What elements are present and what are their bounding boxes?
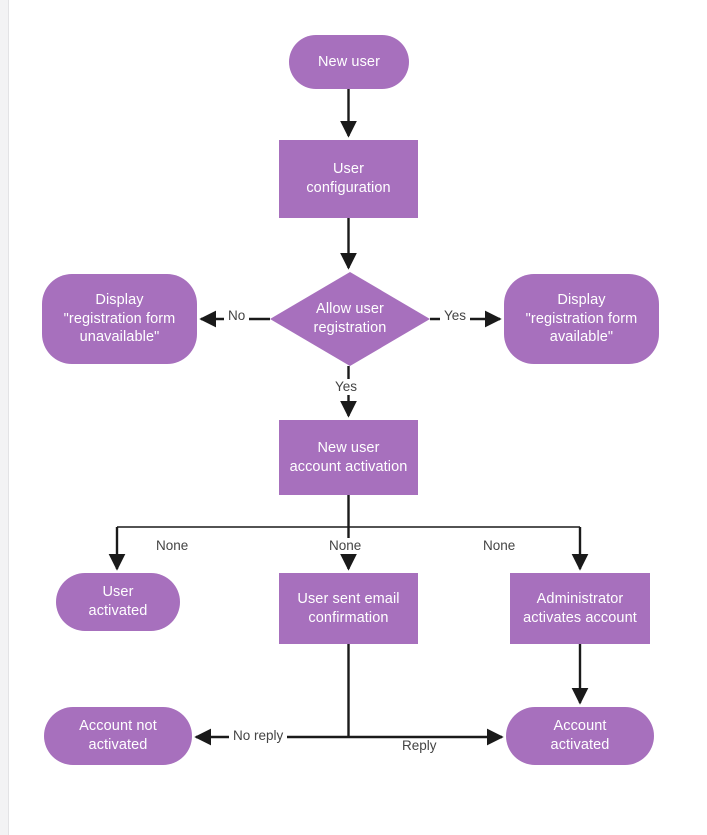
edge-label-yes-right: Yes bbox=[440, 308, 471, 324]
node-administrator-activates-account[interactable]: Administrator activates account bbox=[510, 573, 650, 644]
node-display-form-unavailable-label: Display "registration form unavailable" bbox=[63, 292, 176, 346]
edge-label-none-right-text: None bbox=[483, 538, 516, 553]
node-display-form-available-label: Display "registration form available" bbox=[525, 292, 638, 346]
node-allow-user-registration-label: Allow user registration bbox=[313, 301, 387, 336]
flowchart-canvas: New user User configuration Allow user r… bbox=[0, 0, 707, 835]
edge-label-none-left-text: None bbox=[156, 538, 189, 553]
edge-label-reply: Reply bbox=[398, 738, 441, 754]
node-user-configuration-label: User configuration bbox=[306, 161, 391, 196]
node-allow-user-registration-label-wrap: Allow user registration bbox=[270, 272, 430, 366]
node-user-sent-email-confirmation[interactable]: User sent email confirmation bbox=[279, 573, 418, 644]
node-user-sent-email-confirmation-label: User sent email confirmation bbox=[297, 590, 400, 626]
edge-label-no-reply: No reply bbox=[229, 728, 288, 744]
edge-label-no: No bbox=[224, 308, 250, 324]
edge-label-none-left: None bbox=[152, 538, 193, 554]
node-display-form-available[interactable]: Display "registration form available" bbox=[504, 274, 659, 364]
node-account-activated-label: Account activated bbox=[550, 718, 610, 753]
node-administrator-activates-account-label: Administrator activates account bbox=[523, 590, 637, 626]
edge-label-none-middle-text: None bbox=[329, 538, 362, 553]
edge-label-reply-text: Reply bbox=[402, 738, 437, 753]
node-account-not-activated-label: Account not activated bbox=[79, 718, 157, 753]
node-allow-user-registration[interactable]: Allow user registration bbox=[270, 272, 430, 366]
node-user-activated[interactable]: User activated bbox=[56, 573, 180, 631]
node-user-activated-label: User activated bbox=[88, 584, 148, 619]
node-display-form-unavailable[interactable]: Display "registration form unavailable" bbox=[42, 274, 197, 364]
node-user-configuration[interactable]: User configuration bbox=[279, 140, 418, 218]
node-new-user-account-activation-label: New user account activation bbox=[289, 439, 408, 475]
edge-label-none-middle: None bbox=[325, 538, 366, 554]
edge-label-no-text: No bbox=[228, 308, 246, 323]
node-account-not-activated[interactable]: Account not activated bbox=[44, 707, 192, 765]
node-account-activated[interactable]: Account activated bbox=[506, 707, 654, 765]
edge-label-no-reply-text: No reply bbox=[233, 728, 284, 743]
edge-label-yes-right-text: Yes bbox=[444, 308, 467, 323]
edge-label-yes-down-text: Yes bbox=[335, 379, 358, 394]
edge-label-none-right: None bbox=[479, 538, 520, 554]
node-new-user[interactable]: New user bbox=[289, 35, 409, 89]
edge-label-yes-down: Yes bbox=[331, 379, 362, 395]
node-new-user-account-activation[interactable]: New user account activation bbox=[279, 420, 418, 495]
node-new-user-label: New user bbox=[317, 53, 381, 70]
